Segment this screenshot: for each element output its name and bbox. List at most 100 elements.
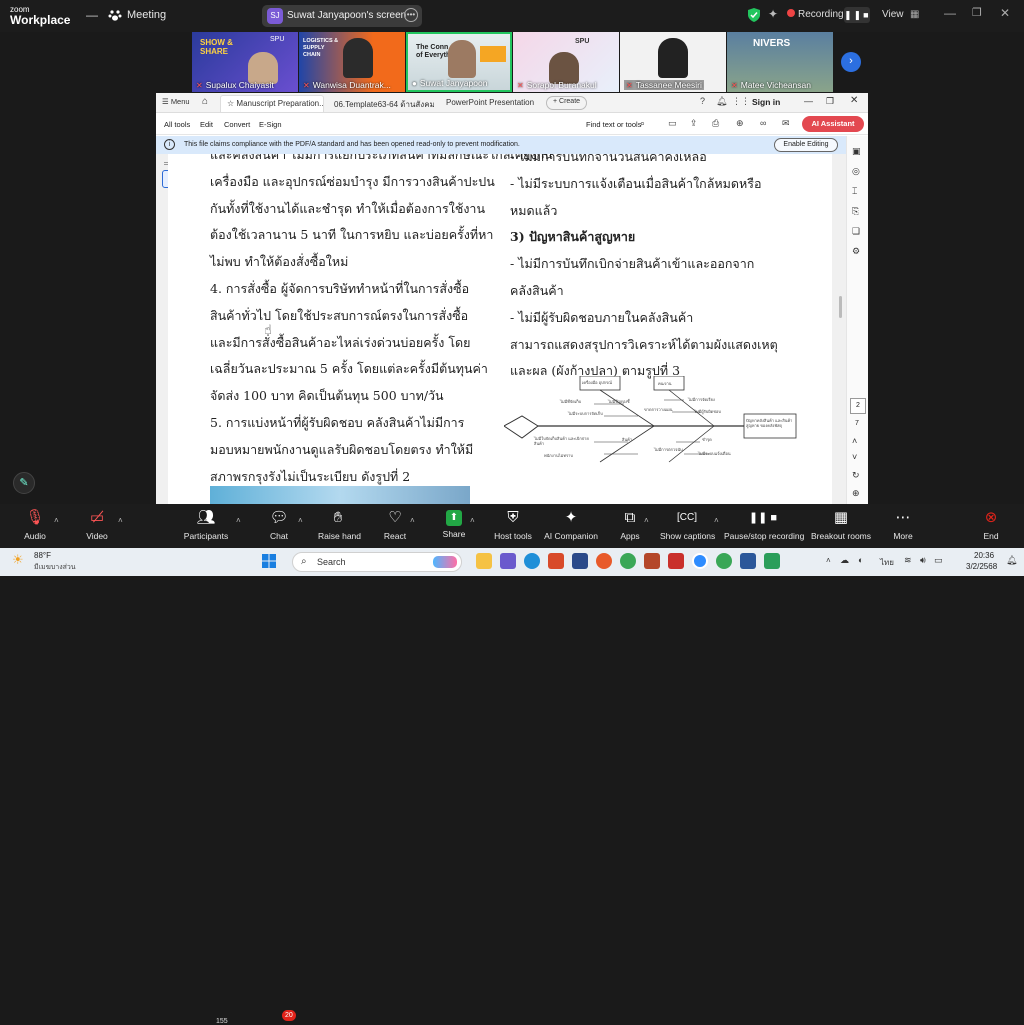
bookmark-icon[interactable]: ◎ (852, 166, 860, 177)
tab-template[interactable]: 06.Template63-64 ด้านสังคมศาสตร์... (328, 95, 434, 112)
find-text-button[interactable]: Find text or tools (586, 120, 641, 129)
wifi-icon[interactable]: ≋ (904, 555, 912, 566)
share-options-chevron-icon[interactable]: ˄ (470, 516, 475, 525)
menu-button[interactable]: ☰ Menu (162, 97, 190, 106)
notification-bell-icon[interactable]: 🔔︎ (1006, 555, 1017, 566)
chat-options-chevron-icon[interactable]: ˄ (298, 516, 303, 525)
line-icon[interactable] (764, 553, 780, 569)
cloud-icon[interactable]: ☁ (840, 555, 849, 566)
settings-gear-icon[interactable]: ⚙ (852, 246, 860, 257)
ai-sparkle-icon[interactable]: ✦ (768, 7, 778, 21)
pause-stop-recording-button[interactable]: ❚❚ ■ Pause/stop recording (724, 508, 804, 541)
participant-tile[interactable]: SPU ✕ Sorapol Buranakul (513, 32, 619, 92)
volume-icon[interactable]: 🔊︎ (920, 555, 926, 566)
participant-tile[interactable]: SHOW & SHARE SPU ✕ Supalux Chaiyasit (192, 32, 298, 92)
share-link-icon[interactable]: ⊕ (736, 118, 744, 129)
search-icon[interactable]: ⌕ (640, 118, 645, 129)
battery-icon[interactable]: ▭ (934, 555, 943, 566)
view-grid-icon[interactable]: ▦ (910, 9, 919, 20)
vertical-scrollbar[interactable] (839, 296, 842, 318)
host-tools-button[interactable]: ⛨ Host tools (492, 508, 534, 541)
page-down-chevron-icon[interactable]: ˅ (852, 452, 857, 462)
help-icon[interactable]: ? (700, 96, 705, 106)
create-button[interactable]: + Create (546, 96, 588, 110)
more-button[interactable]: ⋯ More (890, 508, 916, 541)
browser-maximize-icon[interactable]: ❐ (826, 96, 834, 107)
browser-minimize-icon[interactable]: — (804, 96, 813, 106)
participant-tile-active-speaker[interactable]: The Conn of Everyth ● Suwat Janyapoon (406, 32, 512, 92)
clock-date[interactable]: 3/2/2568 (966, 562, 997, 571)
enable-editing-button[interactable]: Enable Editing (774, 138, 838, 152)
participants-button[interactable]: 👥︎ Participants (180, 508, 232, 541)
minimize-meeting-icon[interactable]: — (86, 8, 98, 22)
next-page-chevron-icon[interactable]: › (841, 52, 861, 72)
esign-button[interactable]: E-Sign (259, 120, 282, 129)
participant-tile[interactable]: ✕ Tassanee Meesiri (620, 32, 726, 92)
breakout-rooms-button[interactable]: ▦ Breakout rooms (810, 508, 872, 541)
weather-temperature[interactable]: 88°F (34, 551, 51, 560)
input-language[interactable]: ไทย (880, 556, 894, 569)
page-up-chevron-icon[interactable]: ˄ (852, 436, 857, 446)
ai-assistant-button[interactable]: AI Assistant (802, 116, 864, 132)
apps-options-chevron-icon[interactable]: ˄ (644, 516, 649, 525)
all-tools-button[interactable]: All tools (164, 120, 190, 129)
zoom-taskbar-icon[interactable] (692, 553, 708, 569)
highlight-icon[interactable]: ⌶ (852, 186, 857, 197)
window-maximize-icon[interactable]: ❐ (972, 6, 982, 19)
meeting-label[interactable]: Meeting (127, 9, 166, 21)
audio-button[interactable]: 🎙︎ Audio (18, 508, 52, 541)
bell-icon[interactable]: 🔔︎ (716, 96, 727, 107)
print-icon[interactable]: ⎙ (712, 118, 719, 129)
sign-in-button[interactable]: Sign in (752, 97, 780, 107)
tab-powerpoint[interactable]: PowerPoint Presentation (440, 95, 540, 112)
video-options-chevron-icon[interactable]: ˄ (118, 516, 123, 525)
page-number-input[interactable]: 2 (850, 398, 866, 414)
save-icon[interactable]: ▭ (668, 118, 677, 129)
word-icon[interactable] (740, 553, 756, 569)
speaker-tray-icon[interactable]: ◐ (858, 555, 863, 565)
email-icon[interactable]: ✉ (782, 118, 790, 129)
raise-hand-button[interactable]: ✋︎ Raise hand (318, 508, 361, 541)
share-button[interactable]: ⬆ Share (440, 508, 468, 539)
react-options-chevron-icon[interactable]: ˄ (410, 516, 415, 525)
captions-options-chevron-icon[interactable]: ˄ (714, 516, 719, 525)
taskbar-search-box[interactable]: ⌕ Search (292, 552, 462, 572)
end-meeting-button[interactable]: ⊗ End (978, 508, 1004, 541)
ai-companion-button[interactable]: ✦ AI Companion (544, 508, 598, 541)
convert-button[interactable]: Convert (224, 120, 250, 129)
audio-options-chevron-icon[interactable]: ˄ (54, 516, 59, 525)
chrome-icon[interactable] (620, 553, 636, 569)
apps-button[interactable]: ⧉ Apps (618, 508, 642, 541)
link-icon[interactable]: ∞ (760, 118, 766, 128)
firefox-icon[interactable] (596, 553, 612, 569)
office-icon[interactable] (548, 553, 564, 569)
attach-icon[interactable]: ⎘ (852, 206, 859, 217)
pages-icon[interactable]: ❏ (852, 226, 860, 237)
comment-icon[interactable]: ▣ (852, 146, 861, 157)
weather-sun-icon[interactable]: ☀ (12, 552, 24, 568)
chat-button[interactable]: 💬︎ Chat (264, 508, 294, 541)
window-close-icon[interactable]: ✕ (1000, 6, 1010, 20)
refresh-icon[interactable]: ↻ (852, 470, 860, 481)
participant-tile[interactable]: LOGISTICS & SUPPLY CHAIN ✕ Wanwisa Duantr… (299, 32, 405, 92)
zoom-in-icon[interactable]: ⊕ (852, 488, 860, 499)
view-button[interactable]: View (882, 9, 904, 20)
acrobat-icon[interactable] (668, 553, 684, 569)
tray-overflow-chevron-icon[interactable]: ˄ (826, 556, 831, 565)
recording-pause-stop-button[interactable]: ❚❚■ (844, 7, 870, 23)
react-button[interactable]: ♡ React (382, 508, 408, 541)
video-button[interactable]: ▭̸ Video (80, 508, 114, 541)
show-captions-button[interactable]: [CC] Show captions (660, 508, 715, 541)
annotate-pen-icon[interactable]: ✎ (13, 472, 35, 494)
participants-options-chevron-icon[interactable]: ˄ (236, 516, 241, 525)
powerpoint-icon[interactable] (644, 553, 660, 569)
browser-close-icon[interactable]: ✕ (850, 95, 858, 106)
windows-start-icon[interactable] (262, 554, 276, 568)
chrome-profile-icon[interactable] (716, 553, 732, 569)
document-viewport[interactable]: ✋︎ และคลังสินค้า ไม่มีการแยกประเภทสินค้า… (156, 154, 846, 504)
security-shield-icon[interactable] (748, 8, 760, 22)
store-icon[interactable] (572, 553, 588, 569)
copilot-icon[interactable] (500, 553, 516, 569)
file-explorer-icon[interactable] (476, 553, 492, 569)
more-options-icon[interactable]: ••• (404, 8, 418, 22)
